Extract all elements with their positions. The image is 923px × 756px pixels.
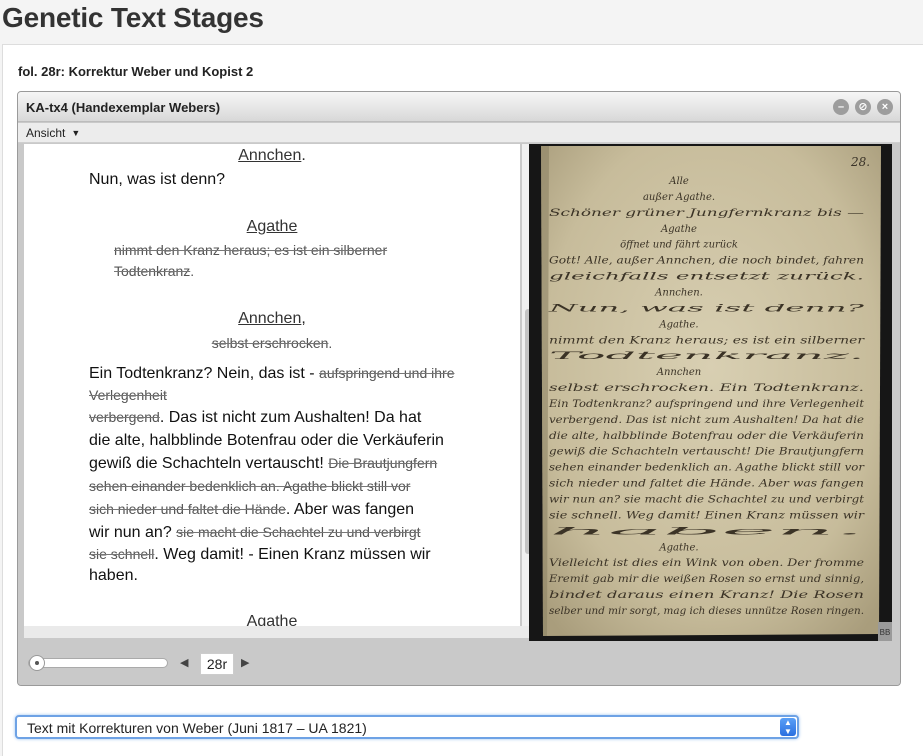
speaker-heading: Agathe [24, 215, 520, 238]
manuscript-line: Gott! Alle, außer Annchen, die noch bind… [549, 256, 864, 267]
manuscript-line: selber und mir sorgt, mag ich dieses unn… [549, 606, 864, 617]
speaker-name: Agathe [246, 218, 298, 235]
manuscript-line: selbst erschrocken. Ein Todtenkranz. [549, 383, 864, 394]
zoom-slider[interactable] [28, 655, 168, 671]
next-page-icon[interactable]: ▶ [241, 656, 249, 669]
prev-page-icon[interactable]: ◀ [180, 656, 188, 669]
restore-icon[interactable]: ⊘ [855, 99, 871, 115]
text-line: haben. [89, 567, 138, 584]
speaker-name: Annchen [238, 147, 302, 164]
page-title: Genetic Text Stages [2, 2, 264, 33]
speaker-punct: . [301, 147, 306, 164]
manuscript-line: Alle [668, 176, 689, 187]
manuscript-line: bindet daraus einen Kranz! Die Rosen [549, 590, 864, 601]
stage-direction: Todtenkranz. [114, 263, 195, 279]
manuscript-line: außer Agathe. [643, 192, 715, 203]
text-line: wir nun an? sie macht die Schachtel zu u… [89, 524, 421, 541]
stage-direction: nimmt den Kranz heraus; es ist ein silbe… [114, 242, 388, 258]
manuscript-line: Annchen. [654, 288, 703, 299]
text-line: verbergend. Das ist nicht zum Aushalten!… [89, 409, 422, 426]
manuscript-line: Agathe [660, 224, 697, 235]
select-stepper-icon: ▲ ▼ [780, 718, 796, 736]
view-menu-label: Ansicht [26, 126, 66, 140]
manuscript-line: gewiß die Schachteln vertauscht! Die Bra… [549, 447, 864, 458]
view-menu[interactable]: Ansicht ▼ [26, 126, 80, 140]
manuscript-line: sie schnell. Weg damit! Einen Kranz müss… [549, 510, 866, 521]
manuscript-line: nimmt den Kranz heraus; es ist ein silbe… [549, 335, 866, 346]
close-icon[interactable]: × [877, 99, 893, 115]
viewer-menubar: Ansicht ▼ [18, 123, 900, 143]
chevron-down-icon: ▼ [71, 128, 81, 138]
text-stage-select[interactable]: Text mit Korrekturen von Weber (Juni 181… [15, 715, 799, 739]
speaker-punct: , [301, 310, 306, 327]
speaker-heading: Annchen. [24, 144, 520, 167]
manuscript-line: sehen einander bedenklich an. Agathe bli… [549, 463, 865, 474]
minimize-icon[interactable]: – [833, 99, 849, 115]
text-line: sie schnell. Weg damit! - Einen Kranz mü… [89, 546, 431, 563]
text-line: sehen einander bedenklich an. Agathe bli… [89, 478, 411, 494]
manuscript-line: verbergend. Das ist nicht zum Aushalten!… [549, 415, 864, 426]
manuscript-line: die alte, halbblinde Botenfrau oder die … [549, 431, 864, 442]
manuscript-folio-number: 28. [850, 155, 870, 169]
manuscript-line: wir nun an? sie macht die Schachtel zu u… [549, 495, 865, 506]
manuscript-image-pane[interactable]: BB 28. Alle außer Agathe. Schöner grüner J… [529, 144, 892, 641]
zoom-slider-knob[interactable] [29, 655, 45, 671]
edition-text-pane[interactable]: Annchen. Nun, was ist denn? Agathe nimmt… [24, 144, 520, 626]
text-line: Ein Todtenkranz? Nein, das ist - aufspri… [89, 365, 455, 382]
folio-title: fol. 28r: Korrektur Weber und Kopist 2 [18, 64, 254, 79]
viewer-controls: ◀ 28r ▶ [18, 644, 900, 685]
text-line: Verlegenheit [89, 387, 167, 403]
speaker-heading: Annchen, [24, 307, 520, 330]
manuscript-line: Annchen [656, 367, 702, 378]
pane-bottom-bar [24, 626, 534, 638]
content-panel: fol. 28r: Korrektur Weber und Kopist 2 K… [2, 44, 923, 756]
manuscript-line: Agathe. [658, 319, 698, 330]
text-line: Nun, was ist denn? [89, 171, 226, 188]
text-line: die alte, halbblinde Botenfrau oder die … [89, 432, 444, 449]
viewer-window: KA-tx4 (Handexemplar Webers) – ⊘ × Ansic… [17, 91, 901, 686]
viewer-titlebar[interactable]: KA-tx4 (Handexemplar Webers) – ⊘ × [18, 92, 900, 122]
manuscript-line: Todtenkranz. [549, 351, 864, 362]
manuscript-line: Agathe. [658, 542, 698, 553]
manuscript-line: Ein Todtenkranz? aufspringend und ihre V… [548, 399, 865, 410]
speaker-heading: Agathe [24, 610, 520, 626]
manuscript-line: öffnet und fährt zurück [620, 240, 738, 251]
stage-direction: selbst erschrocken. [211, 335, 333, 351]
text-line: sich nieder und faltet die Hände. Aber w… [89, 501, 415, 518]
speaker-name: Agathe [246, 613, 298, 626]
manuscript-line: haben. [549, 526, 864, 537]
manuscript-line: Schöner grüner Jungfernkranz bis — [549, 208, 864, 219]
page-number-field[interactable]: 28r [200, 653, 234, 675]
viewer-title: KA-tx4 (Handexemplar Webers) [26, 100, 221, 115]
manuscript-line: Eremit gab mir die weißen Rosen so ernst… [548, 574, 864, 585]
text-stage-select-value: Text mit Korrekturen von Weber (Juni 181… [27, 720, 367, 736]
manuscript-line: sich nieder und faltet die Hände. Aber w… [549, 479, 864, 490]
manuscript-line: Vielleicht ist dies ein Wink von oben. D… [549, 558, 864, 569]
manuscript-facsimile: BB 28. Alle außer Agathe. Schöner grüner J… [529, 144, 892, 641]
manuscript-line: Nun, was ist denn? [546, 303, 866, 314]
speaker-name: Annchen [238, 310, 302, 327]
manuscript-line: gleichfalls entsetzt zurück. [549, 272, 864, 283]
text-line: gewiß die Schachteln vertauscht! Die Bra… [89, 455, 438, 472]
corner-mark: BB [880, 628, 891, 637]
